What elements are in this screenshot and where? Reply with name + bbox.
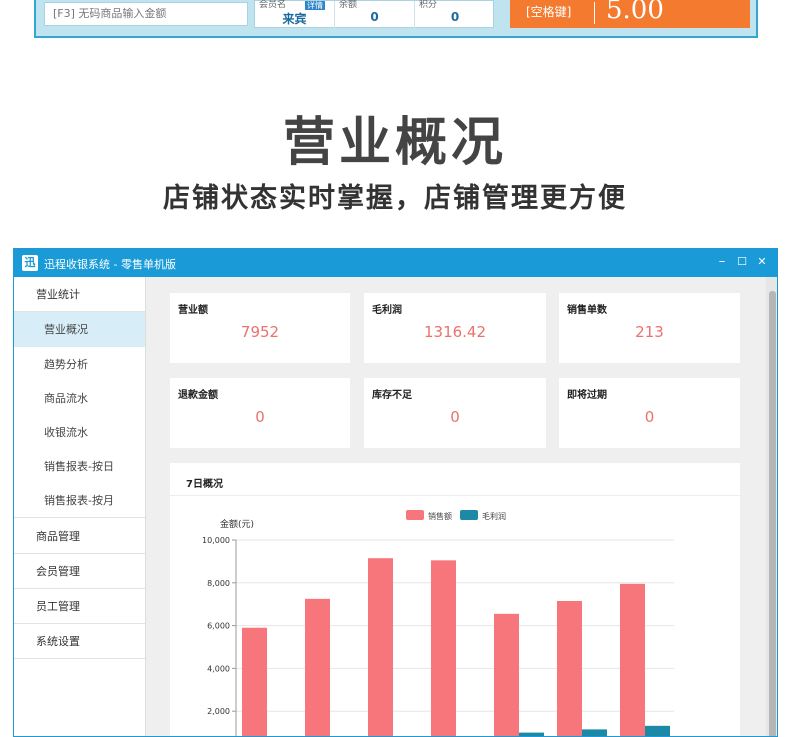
points-label: 积分 bbox=[419, 0, 438, 10]
points-column: 积分 0 bbox=[415, 0, 495, 29]
chart-bar-sales bbox=[242, 627, 267, 736]
y-tick-label: 2,000 bbox=[207, 707, 230, 716]
minimize-button[interactable]: – bbox=[714, 254, 730, 270]
sidebar-item-business-overview[interactable]: 营业概况 bbox=[14, 312, 145, 347]
page-subline: 店铺状态实时掌握，店铺管理更方便 bbox=[163, 183, 627, 214]
stat-card-revenue: 营业额 7952 bbox=[170, 293, 350, 363]
space-key-label: [空格键] bbox=[526, 5, 572, 19]
member-name-column: 会员名 详情 来宾 bbox=[255, 0, 335, 29]
legend-swatch bbox=[406, 510, 424, 520]
member-name-label: 会员名 bbox=[259, 0, 287, 10]
stat-value: 7952 bbox=[240, 323, 280, 341]
page-headline: 营业概况 bbox=[282, 113, 507, 173]
chart-bar-sales bbox=[557, 600, 582, 736]
chart-bar-profit bbox=[519, 732, 544, 736]
stat-value: 213 bbox=[635, 323, 664, 341]
stat-value: 0 bbox=[450, 408, 460, 426]
legend-label: 毛利润 bbox=[482, 511, 506, 521]
seven-day-bar-chart: 金额(元) 2,000 4,000 6,000 8,000 10,000 销售额 毛利润 bbox=[202, 510, 674, 736]
stat-value: 0 bbox=[255, 408, 265, 426]
member-name-value: 来宾 bbox=[282, 12, 307, 26]
stat-value: 0 bbox=[644, 408, 655, 426]
y-tick-label: 10,000 bbox=[202, 536, 230, 545]
open-amount-input[interactable]: [F3] 无码商品输入金额 bbox=[44, 2, 248, 26]
close-button[interactable]: ✕ bbox=[754, 254, 770, 270]
app-window: 迅 迅程收银系统 - 零售单机版 – ☐ ✕ 营业统计 营业概况 趋势分析 商品… bbox=[13, 248, 778, 737]
vertical-scrollbar[interactable] bbox=[766, 277, 777, 736]
sidebar-item-product-flow[interactable]: 商品流水 bbox=[14, 381, 145, 416]
sidebar-item-monthly-report[interactable]: 销售报表-按月 bbox=[14, 483, 145, 518]
points-value: 0 bbox=[450, 10, 460, 24]
app-logo-icon: 迅 bbox=[22, 255, 38, 271]
stat-label: 毛利润 bbox=[372, 305, 402, 316]
legend-label: 销售额 bbox=[428, 511, 452, 521]
stat-label: 库存不足 bbox=[372, 390, 412, 401]
balance-label: 余额 bbox=[339, 0, 358, 10]
chart-bar-profit bbox=[645, 725, 670, 736]
stat-card-order-count: 销售单数 213 bbox=[559, 293, 740, 363]
y-tick-label: 6,000 bbox=[207, 622, 230, 631]
member-detail-button[interactable]: 详情 bbox=[305, 1, 325, 10]
stat-label: 营业额 bbox=[178, 305, 208, 316]
chart-bar-sales bbox=[368, 558, 393, 736]
stat-card-expiring-soon: 即将过期 0 bbox=[559, 378, 740, 448]
sidebar-item-member-management[interactable]: 会员管理 bbox=[14, 554, 145, 589]
sidebar-item-daily-report[interactable]: 销售报表-按日 bbox=[14, 449, 145, 484]
y-axis-label: 金额(元) bbox=[220, 518, 254, 530]
chart-bar-profit bbox=[582, 729, 607, 736]
window-title: 迅程收银系统 - 零售单机版 bbox=[44, 258, 176, 271]
stat-card-low-stock: 库存不足 0 bbox=[364, 378, 546, 448]
chart-bar-sales bbox=[494, 613, 519, 736]
maximize-button[interactable]: ☐ bbox=[734, 254, 750, 270]
balance-column: 余额 0 bbox=[335, 0, 415, 29]
sidebar-item-staff-management[interactable]: 员工管理 bbox=[14, 589, 145, 624]
y-tick-label: 8,000 bbox=[207, 579, 230, 588]
sidebar-item-trend-analysis[interactable]: 趋势分析 bbox=[14, 347, 145, 382]
sidebar-item-business-stats[interactable]: 营业统计 bbox=[14, 277, 145, 312]
balance-value: 0 bbox=[370, 10, 379, 24]
seven-day-chart-card: 7日概况 金额(元) 2,000 4,000 6,000 8,000 10,000 销售额毛… bbox=[170, 463, 740, 736]
stat-value: 1316.42 bbox=[423, 323, 487, 341]
scrollbar-thumb[interactable] bbox=[769, 291, 776, 736]
sidebar-item-product-management[interactable]: 商品管理 bbox=[14, 519, 145, 554]
y-tick-label: 4,000 bbox=[207, 664, 230, 673]
legend-swatch bbox=[460, 510, 478, 520]
chart-bar-sales bbox=[620, 583, 645, 736]
stat-card-refund-amount: 退款金额 0 bbox=[170, 378, 350, 448]
title-bar: 迅 迅程收银系统 - 零售单机版 – ☐ ✕ bbox=[14, 249, 777, 277]
stat-card-gross-profit: 毛利润 1316.42 bbox=[364, 293, 546, 363]
chart-bar-sales bbox=[305, 598, 330, 736]
member-info-box: 会员名 详情 来宾 余额 0 积分 0 bbox=[254, 0, 495, 29]
amount-value: 5.00 bbox=[606, 0, 664, 25]
sidebar-item-cashier-flow[interactable]: 收银流水 bbox=[14, 415, 145, 450]
chart-bar-sales bbox=[431, 560, 456, 736]
sidebar-item-system-settings[interactable]: 系统设置 bbox=[14, 624, 145, 659]
sidebar: 营业统计 营业概况 趋势分析 商品流水 收银流水 销售报表-按日 销售报表-按月… bbox=[14, 277, 146, 736]
stat-label: 销售单数 bbox=[567, 305, 607, 316]
stat-label: 退款金额 bbox=[178, 390, 218, 401]
checkout-amount-button[interactable]: [空格键] 5.00 bbox=[510, 0, 750, 28]
stat-label: 即将过期 bbox=[567, 390, 607, 401]
main-content: 营业额 7952 毛利润 1316.42 销售单数 213 退款金额 0 库存不… bbox=[146, 277, 766, 736]
amount-separator bbox=[594, 2, 595, 24]
pos-top-strip: [F3] 无码商品输入金额 会员名 详情 来宾 余额 0 积分 0 [空格键] … bbox=[34, 0, 758, 38]
